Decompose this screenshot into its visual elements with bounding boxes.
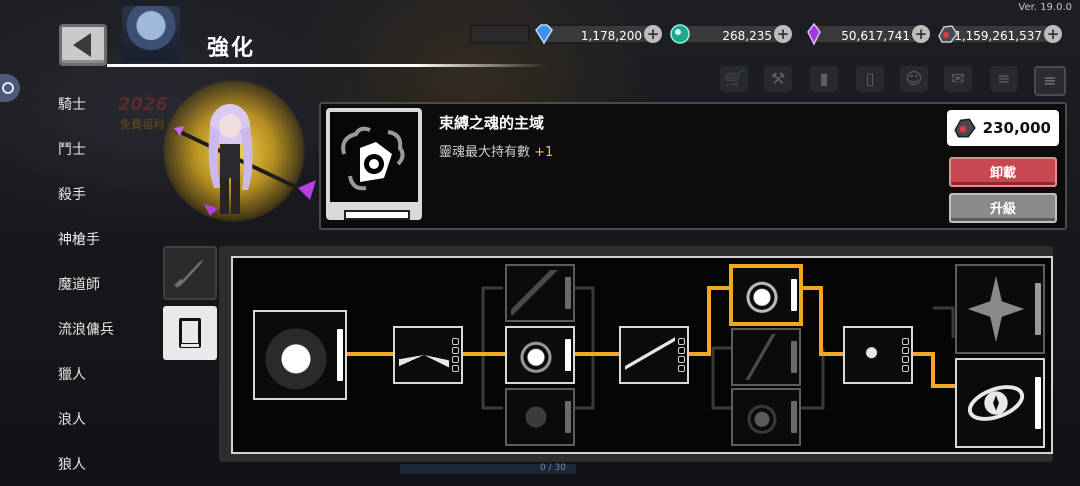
upgrade-button[interactable]: 升級 xyxy=(949,193,1057,223)
promo-sub: 免費福利 xyxy=(120,118,164,131)
green-orb-icon xyxy=(670,24,690,44)
skill-node-root[interactable] xyxy=(253,310,347,400)
skill-effect-text: 靈魂最大持有數 xyxy=(439,145,531,160)
dark-ore-icon xyxy=(938,25,958,43)
skill-node-vortex[interactable] xyxy=(955,358,1045,448)
currency-amount: 50,617,741 xyxy=(841,29,910,43)
cards-icon[interactable]: ▯ xyxy=(856,66,884,92)
page-title: 強化 xyxy=(207,36,256,61)
currency-amount: 268,235 xyxy=(722,29,772,43)
skill-level-bar xyxy=(344,210,410,220)
vortex-icon xyxy=(967,385,1025,421)
chat-icon[interactable]: ✉ xyxy=(944,66,972,92)
skill-name: 束縛之魂的主域 xyxy=(439,114,545,132)
skill-effect-bonus: +1 xyxy=(534,145,554,160)
add-currency-button[interactable]: + xyxy=(1044,25,1062,43)
currency-green-orb: 268,235 + xyxy=(670,24,792,44)
skill-node-blade-dim[interactable] xyxy=(731,328,801,386)
skill-node-reaper[interactable] xyxy=(619,326,689,384)
blue-gem-icon xyxy=(535,24,553,45)
class-item-mage[interactable]: 魔道師 xyxy=(58,274,100,294)
menu-icon[interactable]: ≡ xyxy=(1034,66,1066,96)
title-underline xyxy=(107,64,547,67)
skill-effect: 靈魂最大持有數 +1 xyxy=(439,141,553,160)
skill-node-soul[interactable] xyxy=(505,326,575,384)
face-icon[interactable]: ☺ xyxy=(900,66,928,92)
currency-amount: 1,178,200 xyxy=(580,29,642,43)
tab-skill-book[interactable] xyxy=(163,306,217,360)
book-icon[interactable]: ▮ xyxy=(810,66,838,92)
sword-icon xyxy=(174,259,204,288)
class-item-assassin[interactable]: 殺手 xyxy=(58,184,86,204)
currency-dark-ore: 1,159,261,537 + xyxy=(938,24,1062,44)
unequip-button[interactable]: 卸載 xyxy=(949,157,1057,187)
skill-node-wraith-dim[interactable] xyxy=(505,388,575,446)
class-item-hunter[interactable]: 獵人 xyxy=(58,364,86,384)
star-icon xyxy=(967,275,1025,343)
promo-year: 2026 xyxy=(118,94,169,115)
skill-node-shadow[interactable] xyxy=(843,326,913,384)
class-item-knight[interactable]: 騎士 xyxy=(58,94,86,114)
character-sprite xyxy=(174,104,316,216)
shop-cart-icon[interactable]: 🛒 xyxy=(720,66,748,92)
tab-weapon[interactable] xyxy=(163,246,217,300)
forge-icon[interactable]: ⚒ xyxy=(764,66,792,92)
notice-icon[interactable]: ≡ xyxy=(990,66,1018,92)
class-item-ronin[interactable]: 浪人 xyxy=(58,409,86,429)
add-currency-button[interactable]: + xyxy=(912,25,930,43)
skill-node-star-dim[interactable] xyxy=(955,264,1045,354)
currency-purple-crystal: 50,617,741 + xyxy=(807,22,930,46)
class-item-werewolf[interactable]: 狼人 xyxy=(58,454,86,474)
version-label: Ver. 19.0.0 xyxy=(1018,2,1072,13)
skill-node-lightning[interactable] xyxy=(393,326,463,384)
skill-node-spirit-dim[interactable] xyxy=(731,388,801,446)
skill-node-soul-domain-selected[interactable] xyxy=(731,266,801,324)
skill-node-scythe-dim[interactable] xyxy=(505,264,575,322)
avatar[interactable] xyxy=(122,6,180,62)
purple-crystal-icon xyxy=(807,22,821,46)
currency-blue-gem: 1,178,200 + xyxy=(535,24,662,45)
back-button[interactable] xyxy=(59,24,107,66)
skill-icon xyxy=(330,112,418,202)
upgrade-cost-amount: 230,000 xyxy=(982,119,1051,137)
add-currency-button[interactable]: + xyxy=(644,25,662,43)
currency-amount: 1,159,261,537 xyxy=(954,29,1042,43)
upgrade-cost: 230,000 xyxy=(947,110,1059,146)
book-icon xyxy=(179,318,201,348)
dark-ore-icon xyxy=(954,118,976,138)
class-item-gunner[interactable]: 神槍手 xyxy=(58,229,100,249)
skill-tree xyxy=(231,256,1053,454)
class-item-fighter[interactable]: 鬥士 xyxy=(58,139,86,159)
add-currency-button[interactable]: + xyxy=(774,25,792,43)
soul-domain-icon xyxy=(341,126,405,191)
currency-bar-empty xyxy=(470,24,530,44)
class-item-mercenary[interactable]: 流浪傭兵 xyxy=(58,319,114,339)
progress-text: 0 / 30 xyxy=(540,463,566,473)
